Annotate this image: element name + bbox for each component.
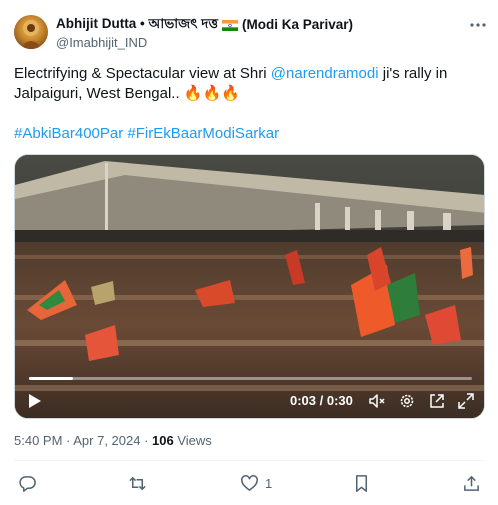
avatar[interactable] xyxy=(14,15,48,49)
tweet-text: Electrifying & Spectacular view at Shri … xyxy=(14,64,484,104)
reply-button[interactable] xyxy=(18,473,37,493)
bookmark-button[interactable] xyxy=(352,473,371,493)
mention-link[interactable]: @narendramodi xyxy=(271,65,379,82)
reply-icon xyxy=(19,475,36,492)
video-player[interactable]: 0:03 / 0:30 xyxy=(14,154,485,419)
display-name[interactable]: Abhijit Dutta • আভাজৎ দত্ত xyxy=(56,13,218,36)
play-button[interactable] xyxy=(25,391,45,411)
settings-button[interactable] xyxy=(397,391,417,411)
progress-bar[interactable] xyxy=(29,377,472,380)
divider xyxy=(14,460,485,461)
play-icon xyxy=(29,394,41,408)
author-name-row[interactable]: Abhijit Dutta • আভাজৎ দত্ত (Modi Ka Pari… xyxy=(56,15,353,33)
timestamp[interactable]: 5:40 PM · Apr 7, 2024 · xyxy=(14,433,152,448)
fullscreen-icon xyxy=(458,393,474,409)
share-icon xyxy=(464,475,479,491)
more-icon[interactable] xyxy=(469,16,487,34)
share-button[interactable] xyxy=(462,473,481,493)
like-count: 1 xyxy=(265,475,273,491)
pip-icon xyxy=(430,394,444,408)
tweet-text-line-1: Electrifying & Spectacular view at Shri … xyxy=(14,65,448,82)
fullscreen-button[interactable] xyxy=(456,391,476,411)
display-name-suffix[interactable]: (Modi Ka Parivar) xyxy=(242,17,353,32)
action-bar: 1 xyxy=(0,470,498,496)
progress-fill xyxy=(29,377,74,380)
tweet-meta: 5:40 PM · Apr 7, 2024 · 106 Views xyxy=(14,433,212,448)
india-flag-icon xyxy=(221,19,238,31)
hashtag-links[interactable]: #AbkiBar400Par #FirEkBaarModiSarkar xyxy=(14,124,279,144)
views-count: 106 xyxy=(152,433,174,448)
video-time: 0:03 / 0:30 xyxy=(290,393,353,408)
like-button[interactable]: 1 xyxy=(240,473,272,493)
like-icon xyxy=(241,474,258,491)
views-label: Views xyxy=(173,433,212,448)
author-handle[interactable]: @Imabhijit_IND xyxy=(56,35,147,50)
tweet-text-line-2: Jalpaiguri, West Bengal.. 🔥🔥🔥 xyxy=(14,85,240,102)
settings-icon xyxy=(400,394,414,408)
mute-button[interactable] xyxy=(367,391,387,411)
retweet-button[interactable] xyxy=(128,473,147,493)
retweet-icon xyxy=(129,476,146,490)
volume-mute-icon xyxy=(369,394,385,408)
pip-button[interactable] xyxy=(427,391,447,411)
bookmark-icon xyxy=(355,474,368,492)
